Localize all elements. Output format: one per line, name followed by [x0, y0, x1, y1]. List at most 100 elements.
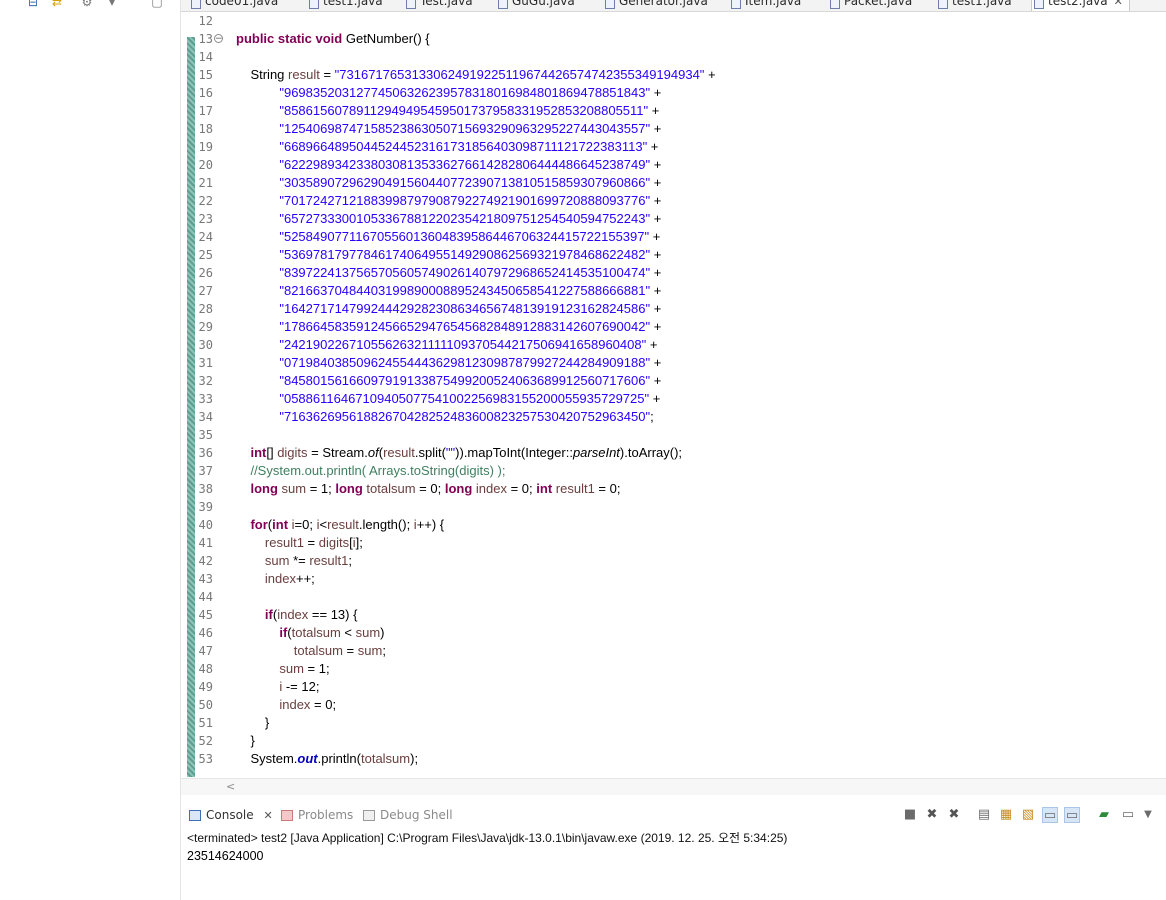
code-text[interactable]: "657273330010533678812202354218097512545…	[236, 210, 661, 228]
close-icon[interactable]: ✕	[1114, 0, 1123, 8]
fold-toggle-icon[interactable]: −	[214, 34, 223, 44]
code-text[interactable]: if(totalsum < sum)	[236, 624, 384, 642]
java-file-icon	[830, 0, 840, 9]
code-line: 30 "242190226710556263211111093705442175…	[181, 336, 1166, 354]
terminate-icon[interactable]: ■	[902, 807, 918, 823]
code-text[interactable]: long sum = 1; long totalsum = 0; long in…	[236, 480, 620, 498]
code-text[interactable]: "125406987471585238630507156932909632952…	[236, 120, 661, 138]
editor-tab[interactable]: Test.java	[404, 0, 473, 11]
line-number: 53	[198, 752, 213, 766]
code-text[interactable]: int[] digits = Stream.of(result.split(""…	[236, 444, 682, 462]
line-number: 20	[198, 158, 213, 172]
editor-tab[interactable]: Item.java	[729, 0, 801, 11]
collapse-all-icon[interactable]: ⊟	[26, 0, 40, 9]
code-line: 52 }	[181, 732, 1166, 750]
code-text[interactable]: "622298934233803081353362766142828064444…	[236, 156, 661, 174]
line-number: 50	[198, 698, 213, 712]
line-number: 28	[198, 302, 213, 316]
code-text[interactable]: "701724271218839987979087922749219016997…	[236, 192, 661, 210]
minimize-icon[interactable]: ▢	[150, 0, 164, 9]
code-text[interactable]: "071984038509624554443629812309878799272…	[236, 354, 661, 372]
clear-console-icon[interactable]: ▤	[976, 807, 992, 823]
code-text[interactable]: i -= 12;	[236, 678, 319, 696]
code-text[interactable]: }	[236, 732, 254, 750]
java-file-icon	[406, 0, 416, 9]
code-text[interactable]: "242190226710556263211111093705442175069…	[236, 336, 657, 354]
code-text[interactable]: public static void GetNumber() {	[236, 30, 430, 48]
code-text[interactable]: "058861164671094050775410022569831552000…	[236, 390, 660, 408]
scroll-left-icon[interactable]: <	[226, 779, 235, 795]
code-text[interactable]: index = 0;	[236, 696, 336, 714]
tab-problems[interactable]: Problems	[281, 804, 353, 826]
code-text[interactable]: String result = "73167176531330624919225…	[236, 66, 715, 84]
line-number: 31	[198, 356, 213, 370]
code-line: 42 sum *= result1;	[181, 552, 1166, 570]
code-text[interactable]: "164271714799244429282308634656748139191…	[236, 300, 661, 318]
line-number: 35	[198, 428, 213, 442]
pin-console-icon[interactable]: ▰	[1096, 807, 1112, 823]
code-line: 49 i -= 12;	[181, 678, 1166, 696]
line-number: 52	[198, 734, 213, 748]
code-text[interactable]: }	[236, 714, 269, 732]
code-text[interactable]: sum = 1;	[236, 660, 329, 678]
code-text[interactable]: "821663704844031998900088952434506585412…	[236, 282, 661, 300]
tab-console-label: Console	[206, 808, 254, 822]
java-file-icon	[191, 0, 201, 9]
code-text[interactable]: sum *= result1;	[236, 552, 352, 570]
code-text[interactable]: "839722413756570560574902614079729686524…	[236, 264, 661, 282]
focus-icon[interactable]: ⚙	[80, 0, 94, 9]
code-text[interactable]: "525849077116705560136048395864467063244…	[236, 228, 660, 246]
editor-tab-label: test1.java	[952, 0, 1012, 8]
code-line: 18 "125406987471585238630507156932909632…	[181, 120, 1166, 138]
tab-console[interactable]: Console ✕	[189, 804, 273, 826]
editor-tab[interactable]: test1.java	[936, 0, 1012, 11]
link-with-editor-icon[interactable]: ⇄	[50, 0, 64, 9]
remove-all-terminated-icon[interactable]: ✖	[946, 807, 962, 823]
editor-tab[interactable]: test1.java	[307, 0, 383, 11]
code-text[interactable]: "858615607891129494954595017379583319528…	[236, 102, 659, 120]
code-line: 25 "536978179778461740649551492908625693…	[181, 246, 1166, 264]
editor-tab-strip: code01.java test1.java Test.java GuGu.java G…	[181, 0, 1166, 12]
code-editor[interactable]: 12 13− public static void GetNumber() {14 1…	[181, 12, 1166, 778]
code-line: 45 if(index == 13) {	[181, 606, 1166, 624]
show-on-stdout-icon[interactable]: ▭	[1042, 807, 1058, 823]
line-number: 32	[198, 374, 213, 388]
console-output[interactable]: 23514624000	[187, 849, 263, 863]
tab-debug-shell-label: Debug Shell	[380, 808, 453, 822]
display-console-icon[interactable]: ▭	[1120, 807, 1136, 823]
code-line: 17 "858615607891129494954595017379583319…	[181, 102, 1166, 120]
tab-debug-shell[interactable]: Debug Shell	[363, 804, 453, 826]
code-text[interactable]: for(int i=0; i<result.length(); i++) {	[236, 516, 444, 534]
code-text[interactable]: //System.out.println( Arrays.toString(di…	[236, 462, 505, 480]
close-icon[interactable]: ✕	[263, 809, 272, 822]
editor-tab[interactable]: GuGu.java	[496, 0, 575, 11]
code-text[interactable]: index++;	[236, 570, 315, 588]
code-text[interactable]: "845801561660979191338754992005240636899…	[236, 372, 661, 390]
editor-tab[interactable]: Generator.java	[603, 0, 708, 11]
code-text[interactable]: if(index == 13) {	[236, 606, 358, 624]
code-text[interactable]: "178664583591245665294765456828489128831…	[236, 318, 661, 336]
editor-tab-label: Packet.java	[844, 0, 913, 8]
code-text[interactable]: result1 = digits[i];	[236, 534, 363, 552]
code-text[interactable]: "303589072962904915604407723907138105158…	[236, 174, 661, 192]
remove-launch-icon[interactable]: ✖	[924, 807, 940, 823]
editor-horizontal-scrollbar[interactable]: <	[181, 778, 1166, 795]
code-text[interactable]: totalsum = sum;	[236, 642, 386, 660]
console-toolbar: ■ ✖ ✖ ▤ ▦ ▧ ▭ ▭ ▰ ▭ ▼	[902, 804, 1162, 826]
editor-tab[interactable]: code01.java	[189, 0, 278, 11]
view-menu-icon[interactable]: ▾	[105, 0, 119, 9]
editor-tab-label: code01.java	[205, 0, 279, 8]
show-on-stderr-icon[interactable]: ▭	[1064, 807, 1080, 823]
code-text[interactable]: "716362695618826704282524836008232575304…	[236, 408, 653, 426]
code-text[interactable]: "969835203127745063262395783180169848018…	[236, 84, 661, 102]
code-text[interactable]: "536978179778461740649551492908625693219…	[236, 246, 661, 264]
code-text[interactable]: "668966489504452445231617318564030987111…	[236, 138, 658, 156]
editor-tab[interactable]: test2.java ✕	[1031, 0, 1130, 11]
word-wrap-icon[interactable]: ▧	[1020, 807, 1036, 823]
code-line: 46 if(totalsum < sum)	[181, 624, 1166, 642]
editor-tab[interactable]: Packet.java	[828, 0, 912, 11]
chevron-down-icon[interactable]: ▼	[1140, 807, 1156, 823]
scroll-lock-icon[interactable]: ▦	[998, 807, 1014, 823]
code-text[interactable]: System.out.println(totalsum);	[236, 750, 418, 768]
java-file-icon	[938, 0, 948, 9]
